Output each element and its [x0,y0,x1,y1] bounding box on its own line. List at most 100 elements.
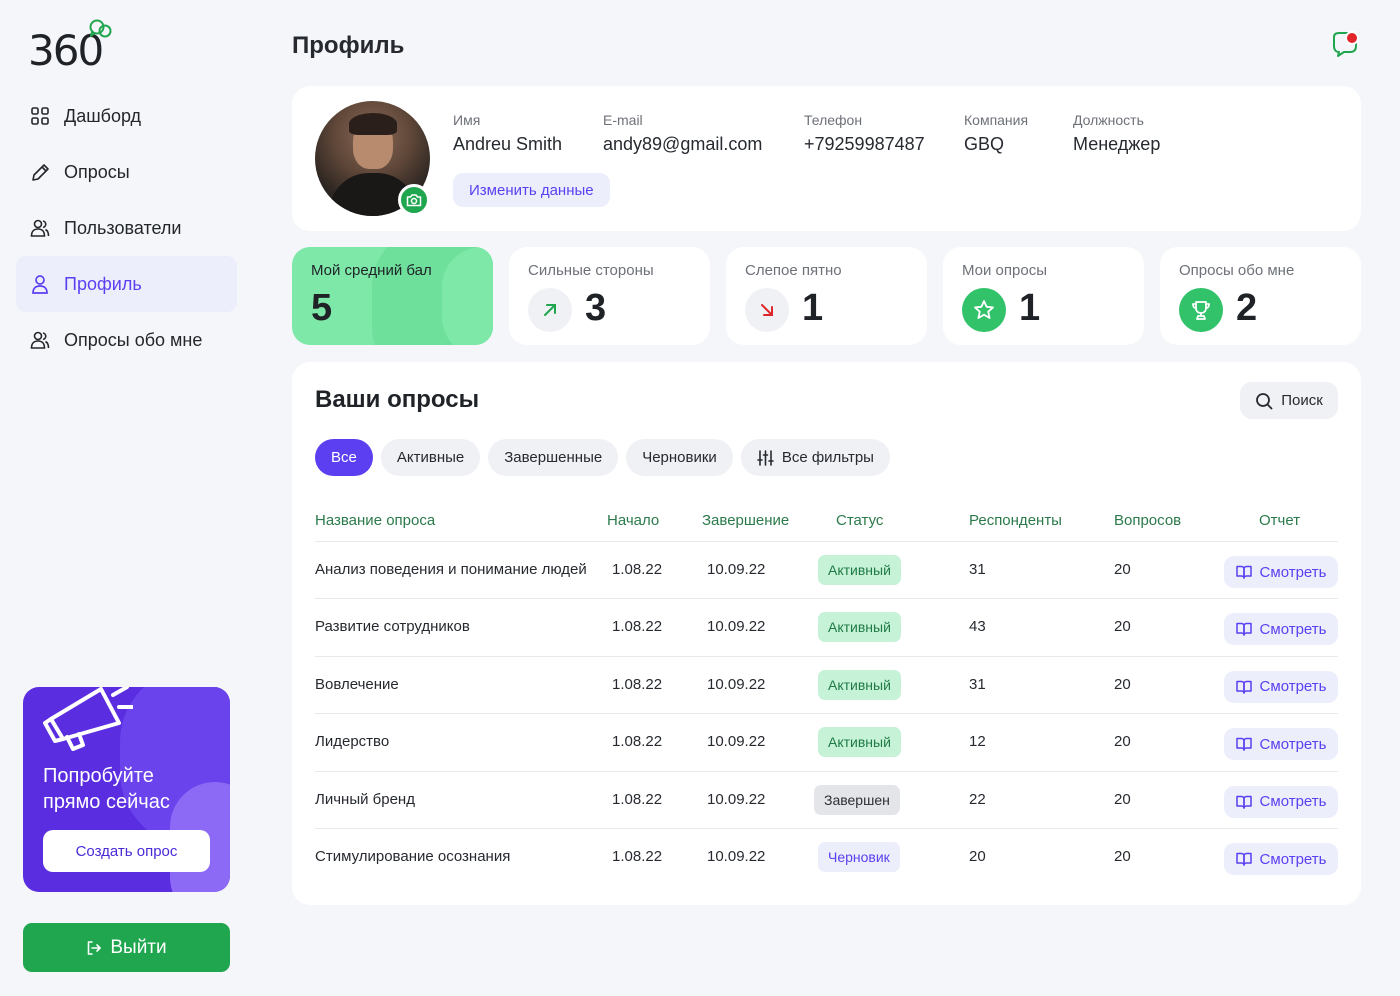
phone-label: Телефон [804,112,863,128]
column-header-questions[interactable]: Вопросов [1114,512,1181,529]
view-report-label: Смотреть [1259,563,1327,581]
filter-chips: Все Активные Завершенные Черновики Все ф… [315,439,890,476]
filter-all-filters[interactable]: Все фильтры [740,439,890,476]
chat-notification-icon [1333,31,1359,57]
survey-name: Анализ поведения и понимание людей [315,561,587,578]
create-survey-button[interactable]: Создать опрос [43,830,210,872]
column-header-status[interactable]: Статус [836,512,883,529]
column-header-start[interactable]: Начало [607,512,659,529]
table-row[interactable]: Личный бренд 1.08.22 10.09.22 Завершен 22 20 С… [315,770,1338,828]
avatar-hair [349,113,397,135]
view-report-button[interactable]: Смотреть [1224,670,1338,703]
view-report-button[interactable]: Смотреть [1224,728,1338,761]
filter-all[interactable]: Все [315,439,373,476]
survey-start: 1.08.22 [612,790,663,808]
view-report-button[interactable]: Смотреть [1224,843,1338,875]
filter-active[interactable]: Активные [380,439,481,476]
status-badge: Черновик [818,842,900,872]
grid-icon [30,106,50,126]
view-report-button[interactable]: Смотреть [1224,556,1338,588]
book-icon [1235,852,1252,866]
stat-my-surveys[interactable]: Мои опросы 1 [943,247,1144,345]
filter-label: Все фильтры [781,449,874,466]
sidebar-item-dashboard[interactable]: Дашборд [16,88,237,144]
phone-field: Телефон +79259987487 [804,112,925,155]
survey-end: 10.09.22 [707,675,766,693]
survey-respondents: 20 [969,848,986,865]
sidebar-item-label: Дашборд [64,105,142,126]
stat-surveys-about-me[interactable]: Опросы обо мне 2 [1160,247,1361,345]
status-badge: Активный [818,555,901,585]
sidebar-item-surveys[interactable]: Опросы [16,144,237,200]
survey-questions: 20 [1114,848,1131,865]
star-icon [962,288,1006,332]
users-icon [30,330,50,350]
stat-value: 1 [1019,287,1041,329]
logo[interactable]: 360 [28,18,128,75]
stat-blind-spot[interactable]: Слепое пятно 1 [726,247,927,345]
page-title: Профиль [292,32,405,59]
stat-label: Сильные стороны [528,262,654,279]
phone-value: +79259987487 [804,134,925,154]
status-badge: Завершен [814,784,900,815]
promo-card: Попробуйте прямо сейчас Создать опрос [23,687,230,892]
column-header-name[interactable]: Название опроса [315,512,435,529]
sidebar-item-surveys-about-me[interactable]: Опросы обо мне [16,312,237,368]
change-photo-button[interactable] [398,184,430,216]
logout-button[interactable]: Выйти [23,923,230,972]
filter-drafts[interactable]: Черновики [626,439,733,476]
table-row[interactable]: Вовлечение 1.08.22 10.09.22 Активный 31 20 Смо… [315,655,1338,713]
view-report-button[interactable]: Смотреть [1224,613,1338,646]
table-row[interactable]: Стимулирование осознания 1.08.22 10.09.22 Ч… [315,828,1338,885]
filter-completed[interactable]: Завершенные [488,439,619,476]
survey-questions: 20 [1114,733,1131,751]
survey-start: 1.08.22 [612,733,663,751]
survey-questions: 20 [1114,790,1131,808]
book-icon [1235,565,1252,579]
survey-respondents: 12 [969,733,986,751]
stat-label: Мой средний бал [311,262,432,279]
table-row[interactable]: Лидерство 1.08.22 10.09.22 Активный 12 20 Смот… [315,713,1338,770]
view-report-label: Смотреть [1259,850,1327,868]
survey-start: 1.08.22 [612,618,663,636]
survey-name: Личный бренд [315,790,415,808]
search-icon [1256,392,1273,409]
sidebar-item-users[interactable]: Пользователи [16,200,237,256]
status-badge: Активный [818,612,901,643]
stat-strengths[interactable]: Сильные стороны 3 [509,247,710,345]
edit-profile-button[interactable]: Изменить данные [453,173,610,207]
sidebar-item-label: Пользователи [64,217,182,238]
survey-name: Стимулирование осознания [315,848,511,865]
pencil-icon [30,162,50,182]
search-button[interactable]: Поиск [1240,382,1338,419]
sidebar-item-label: Опросы обо мне [64,329,203,350]
view-report-label: Смотреть [1259,678,1327,696]
survey-end: 10.09.22 [707,790,766,808]
sidebar-item-profile[interactable]: Профиль [16,256,237,312]
stat-label: Слепое пятно [745,262,842,279]
book-icon [1235,737,1252,751]
sidebar: 360 Дашборд Опросы Пользователи Профиль … [0,0,260,996]
trophy-icon [1179,288,1223,332]
table-row[interactable]: Развитие сотрудников 1.08.22 10.09.22 Актив… [315,598,1338,655]
profile-card: Имя Andreu Smith E-mail andy89@gmail.com… [292,86,1361,231]
email-field: E-mail andy89@gmail.com [603,112,762,155]
search-label: Поиск [1281,392,1323,409]
status-badge: Активный [818,669,901,700]
users-icon [30,218,50,238]
stat-value: 5 [311,287,333,329]
position-field: Должность Менеджер [1073,112,1160,155]
view-report-label: Смотреть [1259,793,1327,811]
stat-decoration [442,247,493,345]
email-label: E-mail [603,112,643,128]
column-header-end[interactable]: Завершение [702,512,789,529]
table-row[interactable]: Анализ поведения и понимание людей 1.08.2… [315,541,1338,598]
column-header-respondents[interactable]: Респонденты [969,512,1062,529]
name-value: Andreu Smith [453,134,563,154]
notifications-button[interactable] [1330,28,1362,65]
email-value: andy89@gmail.com [603,134,763,154]
promo-title: Попробуйте прямо сейчас [43,765,170,813]
view-report-button[interactable]: Смотреть [1224,785,1338,818]
stat-value: 1 [802,287,824,329]
column-header-report[interactable]: Отчет [1259,512,1300,529]
